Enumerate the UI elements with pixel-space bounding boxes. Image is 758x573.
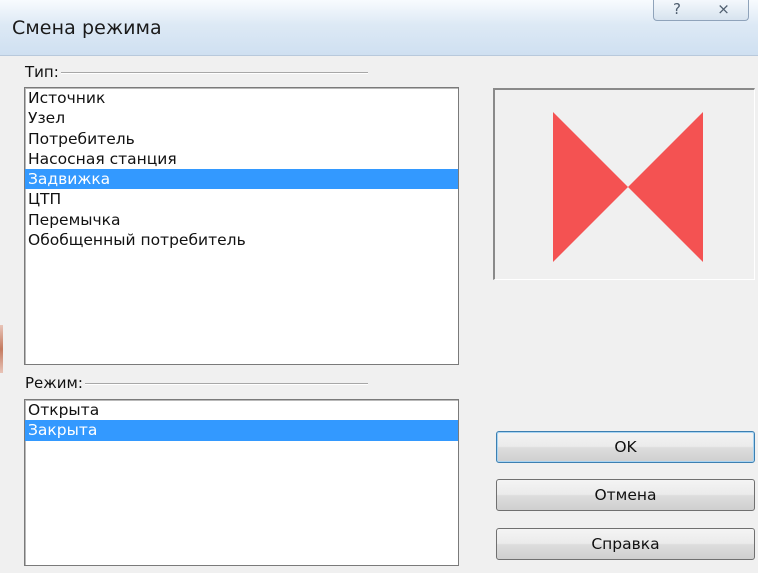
element-preview <box>493 88 755 280</box>
mode-change-dialog: Смена режима ? ⨯ Тип: Источник Узел Потреб… <box>0 0 758 573</box>
valve-closed-icon <box>553 112 703 262</box>
close-icon: ⨯ <box>717 0 730 18</box>
valve-left-triangle <box>553 112 628 262</box>
close-title-button[interactable]: ⨯ <box>699 0 749 21</box>
mode-group-label: Режим: <box>25 374 85 392</box>
list-item[interactable]: Насосная станция <box>25 149 458 169</box>
title-bar[interactable]: Смена режима ? ⨯ <box>0 0 758 56</box>
list-item[interactable]: Источник <box>25 88 458 108</box>
ok-button[interactable]: OK <box>496 431 755 463</box>
list-item[interactable]: Потребитель <box>25 129 458 149</box>
window-title: Смена режима <box>12 17 162 39</box>
list-item[interactable]: Задвижка <box>25 169 458 190</box>
list-item[interactable]: Обобщенный потребитель <box>25 230 458 250</box>
list-item[interactable]: ЦТП <box>25 189 458 209</box>
type-group-label: Тип: <box>25 63 61 81</box>
background-window-edge <box>0 325 3 373</box>
valve-right-triangle <box>628 112 703 262</box>
cancel-button[interactable]: Отмена <box>496 479 755 511</box>
question-mark-icon: ? <box>673 0 681 18</box>
list-item[interactable]: Перемычка <box>25 210 458 230</box>
mode-listbox[interactable]: Открыта Закрыта <box>24 399 459 566</box>
list-item[interactable]: Узел <box>25 108 458 128</box>
list-item[interactable]: Закрыта <box>25 420 458 441</box>
mode-list-items: Открыта Закрыта <box>25 400 458 441</box>
list-item[interactable]: Открыта <box>25 400 458 420</box>
type-group-separator <box>28 72 368 74</box>
type-listbox[interactable]: Источник Узел Потребитель Насосная станция З… <box>24 87 459 365</box>
type-list-items: Источник Узел Потребитель Насосная станция З… <box>25 88 458 250</box>
help-button[interactable]: Справка <box>496 528 755 560</box>
help-title-button[interactable]: ? <box>653 0 701 21</box>
